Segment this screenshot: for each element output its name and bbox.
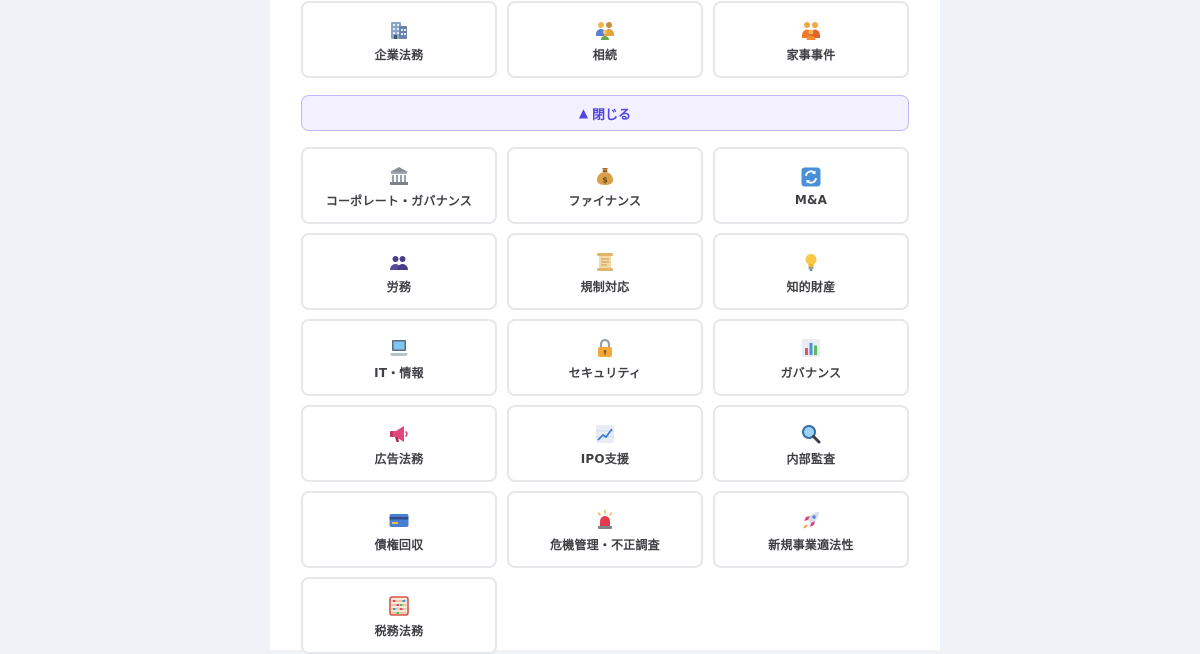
category-card-new-business-legality[interactable]: 新規事業適法性 xyxy=(713,491,909,568)
money-bag-icon: $ xyxy=(594,165,616,187)
category-card-tax-law[interactable]: 税務法務 xyxy=(301,577,497,654)
category-card-ipo-support[interactable]: IPO支援 xyxy=(507,405,703,482)
category-label: セキュリティ xyxy=(568,365,642,380)
top-category-grid: 企業法務 相続 家事事件 xyxy=(301,1,909,78)
rocket-icon xyxy=(800,509,822,531)
category-label: 家事事件 xyxy=(786,47,836,62)
scroll-icon xyxy=(594,251,616,273)
category-card-finance[interactable]: $ ファイナンス xyxy=(507,147,703,224)
light-bulb-icon xyxy=(800,251,822,273)
category-label: 知的財産 xyxy=(786,279,836,294)
category-label: 企業法務 xyxy=(374,47,424,62)
category-card-regulatory-compliance[interactable]: 規制対応 xyxy=(507,233,703,310)
category-label: 債権回収 xyxy=(374,537,424,552)
category-label: 内部監査 xyxy=(786,451,836,466)
magnifying-glass-icon xyxy=(800,423,822,445)
collapse-toggle-label: 閉じる xyxy=(592,107,632,123)
trend-up-chart-icon xyxy=(594,423,616,445)
category-card-security[interactable]: セキュリティ xyxy=(507,319,703,396)
svg-text:$: $ xyxy=(602,175,608,184)
siren-icon xyxy=(594,509,616,531)
lock-icon xyxy=(594,337,616,359)
bar-chart-icon xyxy=(800,337,822,359)
office-building-icon xyxy=(388,19,410,41)
category-label: 労務 xyxy=(386,279,412,294)
abacus-icon xyxy=(388,595,410,617)
category-label: 税務法務 xyxy=(374,623,424,638)
credit-card-icon xyxy=(388,509,410,531)
classical-building-icon xyxy=(388,165,410,187)
category-card-corporate-governance[interactable]: コーポレート・ガバナンス xyxy=(301,147,497,224)
category-card-labor[interactable]: 労務 xyxy=(301,233,497,310)
category-label: ガバナンス xyxy=(780,365,842,380)
category-label: コーポレート・ガバナンス xyxy=(325,193,473,208)
category-card-intellectual-property[interactable]: 知的財産 xyxy=(713,233,909,310)
people-silhouette-icon xyxy=(388,251,410,273)
category-card-inheritance[interactable]: 相続 xyxy=(507,1,703,78)
category-card-governance[interactable]: ガバナンス xyxy=(713,319,909,396)
family-icon xyxy=(594,19,616,41)
category-card-family-affairs[interactable]: 家事事件 xyxy=(713,1,909,78)
megaphone-icon xyxy=(388,423,410,445)
category-grid: コーポレート・ガバナンス $ ファイナンス M&A 労務 規制対応 知的財産 I… xyxy=(301,147,909,654)
category-card-m-and-a[interactable]: M&A xyxy=(713,147,909,224)
category-label: 危機管理・不正調査 xyxy=(550,537,660,552)
category-label: IPO支援 xyxy=(580,451,630,466)
category-card-internal-audit[interactable]: 内部監査 xyxy=(713,405,909,482)
family-orange-icon xyxy=(800,19,822,41)
category-label: ファイナンス xyxy=(568,193,642,208)
category-label: M&A xyxy=(794,193,828,207)
repeat-arrows-icon xyxy=(800,166,822,188)
category-panel: 企業法務 相続 家事事件 ▲ 閉じる コーポレート・ガバナンス $ ファイナンス… xyxy=(270,0,940,654)
collapse-toggle-button[interactable]: ▲ 閉じる xyxy=(301,95,909,131)
category-card-crisis-management[interactable]: 危機管理・不正調査 xyxy=(507,491,703,568)
category-label: 規制対応 xyxy=(580,279,630,294)
category-label: 広告法務 xyxy=(374,451,424,466)
category-card-corporate-law[interactable]: 企業法務 xyxy=(301,1,497,78)
category-card-debt-collection[interactable]: 債権回収 xyxy=(301,491,497,568)
category-card-advertising-law[interactable]: 広告法務 xyxy=(301,405,497,482)
category-label: 相続 xyxy=(592,47,618,62)
category-label: 新規事業適法性 xyxy=(768,537,854,552)
category-card-it-information[interactable]: IT・情報 xyxy=(301,319,497,396)
category-label: IT・情報 xyxy=(374,365,424,380)
triangle-up-icon: ▲ xyxy=(578,106,589,120)
laptop-icon xyxy=(388,337,410,359)
